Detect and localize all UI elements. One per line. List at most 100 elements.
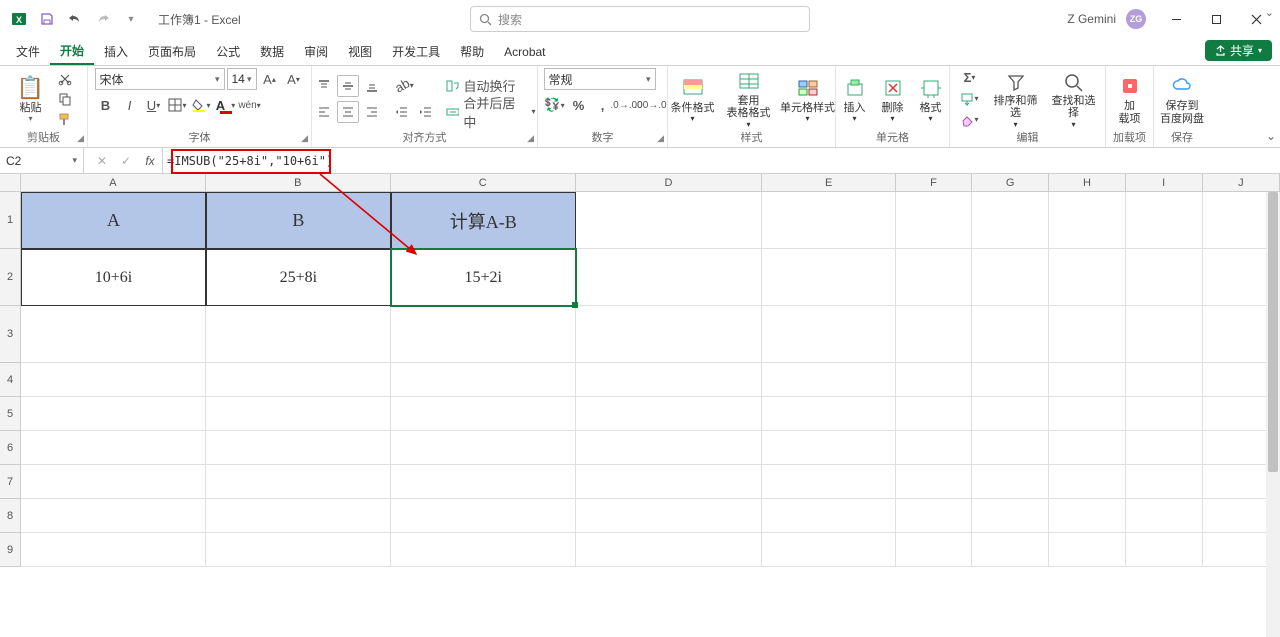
cell-E1[interactable] bbox=[762, 192, 895, 249]
expand-formula-bar-button[interactable]: ⌄ bbox=[1265, 6, 1274, 19]
column-header-J[interactable]: J bbox=[1203, 174, 1280, 191]
cell-F5[interactable] bbox=[896, 397, 972, 431]
qat-customize-icon[interactable]: ▾ bbox=[120, 8, 142, 30]
clipboard-launcher[interactable]: ◢ bbox=[77, 133, 84, 144]
cell-C9[interactable] bbox=[391, 533, 576, 567]
autosum-button[interactable]: Σ▾ bbox=[955, 69, 985, 87]
cell-B5[interactable] bbox=[206, 397, 391, 431]
column-header-F[interactable]: F bbox=[896, 174, 972, 191]
cell-E2[interactable] bbox=[762, 249, 895, 306]
cell-G4[interactable] bbox=[972, 363, 1049, 397]
maximize-button[interactable] bbox=[1196, 4, 1236, 34]
cell-B3[interactable] bbox=[206, 306, 391, 363]
tab-data[interactable]: 数据 bbox=[250, 38, 294, 65]
cell-H2[interactable] bbox=[1049, 249, 1125, 306]
cell-H6[interactable] bbox=[1049, 431, 1125, 465]
cell-A9[interactable] bbox=[21, 533, 206, 567]
align-top-button[interactable] bbox=[313, 75, 335, 97]
formula-input[interactable]: =IMSUB("25+8i","10+6i") bbox=[163, 148, 1280, 173]
cell-I2[interactable] bbox=[1126, 249, 1203, 306]
cell-B9[interactable] bbox=[206, 533, 391, 567]
cell-F4[interactable] bbox=[896, 363, 972, 397]
decrease-indent-button[interactable] bbox=[391, 101, 413, 123]
borders-button[interactable]: ▾ bbox=[167, 94, 189, 116]
bold-button[interactable]: B bbox=[95, 94, 117, 116]
cell-F3[interactable] bbox=[896, 306, 972, 363]
decrease-font-button[interactable]: A▾ bbox=[283, 68, 305, 90]
align-center-button[interactable] bbox=[337, 101, 359, 123]
increase-font-button[interactable]: A▴ bbox=[259, 68, 281, 90]
tab-page-layout[interactable]: 页面布局 bbox=[138, 38, 206, 65]
user-name[interactable]: Z Gemini bbox=[1067, 12, 1116, 26]
conditional-format-button[interactable]: 条件格式▾ bbox=[668, 69, 718, 129]
column-header-C[interactable]: C bbox=[391, 174, 576, 191]
share-button[interactable]: 共享 ▾ bbox=[1205, 40, 1272, 61]
tab-acrobat[interactable]: Acrobat bbox=[494, 38, 555, 65]
tab-file[interactable]: 文件 bbox=[6, 38, 50, 65]
cell-I8[interactable] bbox=[1126, 499, 1203, 533]
save-icon[interactable] bbox=[36, 8, 58, 30]
search-box[interactable]: 搜索 bbox=[470, 6, 810, 32]
cell-E6[interactable] bbox=[762, 431, 895, 465]
font-size-combo[interactable]: 14▾ bbox=[227, 68, 257, 90]
cell-F8[interactable] bbox=[896, 499, 972, 533]
cell-C5[interactable] bbox=[391, 397, 576, 431]
cell-H3[interactable] bbox=[1049, 306, 1125, 363]
cell-I1[interactable] bbox=[1126, 192, 1203, 249]
copy-button[interactable] bbox=[54, 90, 76, 108]
cell-E4[interactable] bbox=[762, 363, 895, 397]
clear-button[interactable]: ▾ bbox=[955, 111, 985, 129]
save-baidu-button[interactable]: 保存到 百度网盘 bbox=[1158, 69, 1206, 129]
cell-G1[interactable] bbox=[972, 192, 1049, 249]
accounting-format-button[interactable]: 💱▾ bbox=[544, 94, 566, 116]
cell-A6[interactable] bbox=[21, 431, 206, 465]
cell-G3[interactable] bbox=[972, 306, 1049, 363]
number-format-combo[interactable]: 常规▾ bbox=[544, 68, 656, 90]
tab-developer[interactable]: 开发工具 bbox=[382, 38, 450, 65]
fx-icon[interactable]: fx bbox=[138, 154, 162, 168]
name-box[interactable]: C2 ▾ bbox=[0, 148, 84, 173]
number-launcher[interactable]: ◢ bbox=[657, 133, 664, 144]
cell-D2[interactable] bbox=[576, 249, 763, 306]
format-as-table-button[interactable]: 套用 表格格式▾ bbox=[722, 69, 776, 129]
cell-C3[interactable] bbox=[391, 306, 576, 363]
vertical-scrollbar[interactable] bbox=[1266, 192, 1280, 637]
insert-cells-button[interactable]: 插入▾ bbox=[838, 69, 872, 129]
fill-button[interactable]: ▾ bbox=[955, 90, 985, 108]
cell-D3[interactable] bbox=[576, 306, 763, 363]
cell-F9[interactable] bbox=[896, 533, 972, 567]
column-header-A[interactable]: A bbox=[21, 174, 206, 191]
cell-G8[interactable] bbox=[972, 499, 1049, 533]
cell-H4[interactable] bbox=[1049, 363, 1125, 397]
tab-review[interactable]: 审阅 bbox=[294, 38, 338, 65]
font-launcher[interactable]: ◢ bbox=[301, 133, 308, 144]
cell-I9[interactable] bbox=[1126, 533, 1203, 567]
row-header-4[interactable]: 4 bbox=[0, 363, 21, 397]
cell-C7[interactable] bbox=[391, 465, 576, 499]
fill-color-button[interactable]: ▾ bbox=[191, 94, 213, 116]
cell-C4[interactable] bbox=[391, 363, 576, 397]
addins-button[interactable]: 加 载项 bbox=[1111, 69, 1149, 129]
cell-G6[interactable] bbox=[972, 431, 1049, 465]
cell-F6[interactable] bbox=[896, 431, 972, 465]
decrease-decimal-button[interactable]: .00→.0 bbox=[640, 94, 662, 116]
find-select-button[interactable]: 查找和选择▾ bbox=[1047, 69, 1101, 129]
cell-A5[interactable] bbox=[21, 397, 206, 431]
collapse-ribbon-button[interactable]: ⌄ bbox=[1266, 129, 1276, 143]
cell-C2[interactable]: 15+2i bbox=[391, 249, 576, 306]
cell-D6[interactable] bbox=[576, 431, 763, 465]
cell-A4[interactable] bbox=[21, 363, 206, 397]
paste-button[interactable]: 📋 粘贴 ▾ bbox=[12, 69, 50, 129]
row-header-5[interactable]: 5 bbox=[0, 397, 21, 431]
cell-E7[interactable] bbox=[762, 465, 895, 499]
column-header-D[interactable]: D bbox=[576, 174, 763, 191]
cell-F1[interactable] bbox=[896, 192, 972, 249]
cell-E5[interactable] bbox=[762, 397, 895, 431]
column-header-H[interactable]: H bbox=[1049, 174, 1125, 191]
align-middle-button[interactable] bbox=[337, 75, 359, 97]
user-avatar[interactable]: ZG bbox=[1126, 9, 1146, 29]
cell-A2[interactable]: 10+6i bbox=[21, 249, 206, 306]
font-color-button[interactable]: A▾ bbox=[215, 94, 237, 116]
cell-B6[interactable] bbox=[206, 431, 391, 465]
cell-E9[interactable] bbox=[762, 533, 895, 567]
